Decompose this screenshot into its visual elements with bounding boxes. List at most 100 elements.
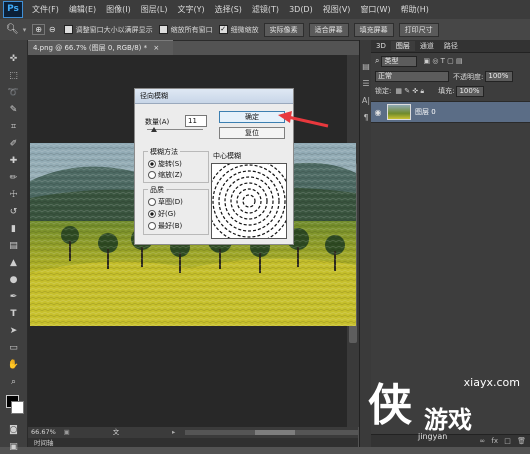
zoom-all-checkbox[interactable] [158,25,168,34]
chevron-down-icon[interactable]: ▾ [23,26,27,34]
brush-tool-icon[interactable]: ✏ [4,171,23,185]
blur-center-preview[interactable] [206,158,292,244]
radio-icon[interactable] [148,222,156,230]
search-icon: ⌕ [375,56,380,65]
blur-tool-icon[interactable]: ▲ [4,256,23,270]
menu-edit[interactable]: 编辑(E) [64,4,101,15]
actual-pixels-button[interactable]: 实际像素 [263,22,304,37]
quick-mask-icon[interactable]: ◙ [4,423,23,437]
zoom-in-icon[interactable]: ⊕ [32,24,45,35]
zoom-tool-icon[interactable]: 🔍︎ [6,24,19,35]
radio-icon[interactable] [148,160,156,168]
move-tool-icon[interactable]: ✜ [4,52,23,66]
watermark-sub: jingyan [418,432,448,441]
path-select-tool-icon[interactable]: ➤ [4,324,23,338]
tab-3d[interactable]: 3D [371,42,391,50]
quality-good-option[interactable]: 好(G) [148,209,176,219]
blur-method-group: 模糊方法 旋转(S) 缩放(Z) [143,147,209,183]
amount-input[interactable]: 11 [185,115,207,127]
menu-3d[interactable]: 3D(D) [284,5,318,14]
hand-tool-icon[interactable]: ✋ [4,358,23,372]
lock-label: 锁定: [375,87,392,95]
horizontal-scrollbar[interactable] [185,430,359,435]
status-arrow-icon[interactable]: ▸ [172,427,175,438]
menu-file[interactable]: 文件(F) [27,4,64,15]
timeline-bar: 时间轴 [28,438,358,447]
menu-view[interactable]: 视图(V) [318,4,356,15]
radio-icon[interactable] [148,210,156,218]
zoom-out-icon[interactable]: ⊖ [47,25,58,34]
layer-name[interactable]: 图层 0 [415,107,436,117]
healing-brush-tool-icon[interactable]: ✚ [4,154,23,168]
layer-row[interactable]: ◉ 图层 0 [371,101,530,123]
filter-icons[interactable]: ▣ ◎ T ▢ ▤ [423,57,462,65]
fit-screen-button[interactable]: 适合屏幕 [308,22,349,37]
menu-window[interactable]: 窗口(W) [355,4,395,15]
pen-tool-icon[interactable]: ✒ [4,290,23,304]
screen-mode-icon[interactable]: ▣ [4,440,23,454]
dialog-title[interactable]: 径向模糊 [135,89,293,104]
slider-handle-icon[interactable] [151,127,157,132]
scrollbar-thumb[interactable] [255,430,296,435]
lock-icons[interactable]: ▦ ✎ ✜ 🔒︎ [395,87,424,96]
marquee-tool-icon[interactable]: ⬚ [4,69,23,83]
fill-field[interactable]: 100% [456,85,485,97]
fill-label: 填充: [438,87,455,95]
lasso-tool-icon[interactable]: ➰ [4,86,23,100]
watermark-site: xiayx.com [463,376,520,389]
type-tool-icon[interactable]: T [4,307,23,321]
blend-mode-select[interactable]: 正常 [375,71,449,82]
quality-best-option[interactable]: 最好(B) [148,221,182,231]
history-brush-tool-icon[interactable]: ↺ [4,205,23,219]
crop-tool-icon[interactable]: ⌗ [4,120,23,134]
panel-tabs: 3D 图层 通道 路径 [371,40,530,53]
menu-select[interactable]: 选择(S) [210,4,247,15]
method-zoom-option[interactable]: 缩放(Z) [148,170,182,180]
fill-screen-button[interactable]: 填充屏幕 [353,22,394,37]
method-spin-option[interactable]: 旋转(S) [148,159,182,169]
menu-filter[interactable]: 滤镜(T) [247,4,284,15]
tools-panel: ✜ ⬚ ➰ ✎ ⌗ ✐ ✚ ✏ ☩ ↺ ▮ ▤ ▲ ● ✒ T ➤ ▭ ✋ ⌕ … [0,40,28,452]
zoom-all-label: 缩放所有窗口 [170,25,213,34]
eye-icon[interactable]: ◉ [371,108,385,117]
amount-label: 数量(A) [145,118,170,126]
menu-type[interactable]: 文字(Y) [172,4,209,15]
document-tab-title: 4.png @ 66.7% (图层 0, RGB/8) * [33,44,148,52]
resize-windows-checkbox[interactable] [63,25,73,34]
menu-layer[interactable]: 图层(L) [136,4,173,15]
zoom-tool-icon[interactable]: ⌕ [4,375,23,389]
tab-layers[interactable]: 图层 [390,41,415,51]
shape-tool-icon[interactable]: ▭ [4,341,23,355]
opacity-label: 不透明度: [453,72,484,81]
tab-paths[interactable]: 路径 [439,41,463,51]
scrubby-zoom-checkbox[interactable]: ✓ [218,25,228,34]
eraser-tool-icon[interactable]: ▮ [4,222,23,236]
quick-select-tool-icon[interactable]: ✎ [4,103,23,117]
scrubby-zoom-label: 细微缩放 [230,25,259,34]
gradient-tool-icon[interactable]: ▤ [4,239,23,253]
color-swatches[interactable] [0,393,27,421]
zoom-level[interactable]: 66.67% [28,427,64,438]
document-tab[interactable]: 4.png @ 66.7% (图层 0, RGB/8) * × [28,40,173,55]
dodge-tool-icon[interactable]: ● [4,273,23,287]
lock-row: 锁定: ▦ ✎ ✜ 🔒︎ 填充: 100% [371,84,530,98]
radio-icon[interactable] [148,171,156,179]
document-size: 文档:1.37M/1.37M [112,428,164,447]
quality-draft-option[interactable]: 草图(D) [148,197,183,207]
radio-icon[interactable] [148,198,156,206]
status-menu-icon[interactable]: ▣ [64,427,87,438]
opacity-field[interactable]: 100% [485,71,514,82]
clone-stamp-tool-icon[interactable]: ☩ [4,188,23,202]
print-size-button[interactable]: 打印尺寸 [398,22,439,37]
blend-row: 正常 不透明度: 100% [371,69,530,84]
arrow-icon [278,111,329,128]
eyedropper-tool-icon[interactable]: ✐ [4,137,23,151]
filter-kind-select[interactable]: 类型 [381,55,418,67]
menu-help[interactable]: 帮助(H) [396,4,434,15]
timeline-tab[interactable]: 时间轴 [28,439,54,447]
watermark: xiayx.com 侠 游戏 jingyan [358,366,530,447]
menu-image[interactable]: 图像(I) [101,4,136,15]
background-color-swatch[interactable] [11,401,24,414]
close-icon[interactable]: × [153,44,159,52]
tab-channels[interactable]: 通道 [415,41,439,51]
